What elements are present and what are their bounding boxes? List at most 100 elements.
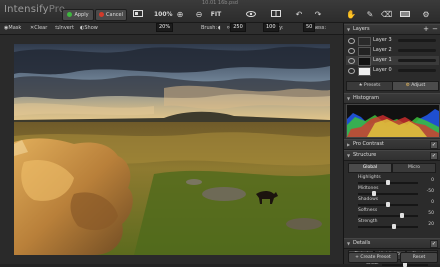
layer-opacity-slider[interactable] <box>398 49 436 52</box>
details-header[interactable]: ▼ Details ✓ <box>344 238 440 249</box>
add-layer-icon[interactable]: + <box>423 25 429 34</box>
structure-row-slider[interactable] <box>358 224 418 229</box>
remove-layer-icon[interactable]: − <box>432 25 438 34</box>
invert-label: Invert <box>59 25 74 31</box>
expand-arrow-icon: ▶ <box>347 142 351 147</box>
redo-icon[interactable]: ↷ <box>313 9 323 20</box>
cancel-button[interactable]: Cancel <box>95 9 127 21</box>
hand-tool-icon[interactable]: ✋ <box>346 9 356 20</box>
layer-thumbnail <box>358 67 371 76</box>
create-preset-button[interactable]: + Create Preset <box>348 252 398 263</box>
app-logo: IntensifyPro <box>4 4 65 15</box>
top-toolbar: 10.01 16b.psd IntensifyPro Apply Cancel … <box>0 0 440 23</box>
structure-row-label: Strength <box>358 219 378 224</box>
settings-gear-icon[interactable]: ⚙ <box>421 9 431 20</box>
details-small-slider[interactable] <box>382 262 428 267</box>
pro-contrast-header[interactable]: ▶ Pro Contrast ✓ <box>344 139 440 150</box>
mask-toggle[interactable]: ◉ Mask <box>4 23 21 34</box>
tab-adjust[interactable]: ⚙ Adjust <box>392 81 439 91</box>
logo-main: Intensify <box>4 4 49 15</box>
structure-row-value[interactable]: 0 <box>424 178 434 183</box>
layer-name: Layer 0 <box>373 67 392 73</box>
cancel-label: Cancel <box>106 12 123 18</box>
visibility-eye-icon[interactable] <box>348 48 355 54</box>
collapse-arrow-icon: ▼ <box>347 241 351 246</box>
document-title: 10.01 16b.psd <box>202 0 238 6</box>
mask-options-bar: ◉ Mask ✕ Clear ⇆ Invert ◐ Show Zoom: 20%… <box>0 23 343 35</box>
structure-row-slider[interactable] <box>358 213 418 218</box>
brush-tool-icon[interactable]: ✎ <box>365 9 375 20</box>
eraser-tool-icon[interactable]: ⌫ <box>381 9 392 20</box>
layer-opacity-slider[interactable] <box>398 59 436 62</box>
structure-row-value[interactable]: 0 <box>424 200 434 205</box>
tab-presets[interactable]: ★ Presets <box>346 81 393 91</box>
slider-knob[interactable] <box>400 213 404 218</box>
tab-structure-micro[interactable]: Micro <box>392 163 436 173</box>
visibility-eye-icon[interactable] <box>348 38 355 44</box>
show-mask-button[interactable]: ◐ Show <box>80 23 98 34</box>
layer-row-0[interactable]: Layer 0 <box>346 66 439 76</box>
zoom-value-field[interactable]: 20% <box>156 23 174 32</box>
structure-row-slider[interactable] <box>358 180 418 185</box>
slider-knob[interactable] <box>372 191 376 196</box>
softness-field[interactable]: 50 <box>303 23 316 32</box>
histogram-title: Histogram <box>353 95 379 101</box>
gradient-tool-icon[interactable] <box>399 9 411 20</box>
cancel-dot-icon <box>99 12 105 17</box>
brush-size: ⚪ Size: 250 <box>226 23 246 34</box>
structure-row-slider[interactable] <box>358 191 418 196</box>
visibility-eye-icon[interactable] <box>348 58 355 64</box>
reset-button[interactable]: Reset <box>400 252 438 263</box>
layer-row-1[interactable]: Layer 1 <box>346 56 439 66</box>
histogram-header[interactable]: ▼ Histogram <box>344 93 440 104</box>
clear-mask-button[interactable]: ✕ Clear <box>30 23 47 34</box>
add-icon: + <box>355 255 359 260</box>
split-view-icon[interactable] <box>270 9 282 20</box>
fit-button[interactable]: FIT <box>209 9 223 20</box>
structure-header[interactable]: ▼ Structure ✓ <box>344 150 440 161</box>
layer-opacity-slider[interactable] <box>398 39 436 42</box>
brush-label: Brush: <box>201 25 218 31</box>
structure-title: Structure <box>353 152 377 158</box>
undo-icon[interactable]: ↶ <box>294 9 304 20</box>
opacity-field[interactable]: 100 <box>263 23 279 32</box>
pro-contrast-checkbox[interactable]: ✓ <box>430 141 438 149</box>
adjust-label: Adjust <box>411 83 426 88</box>
layers-header[interactable]: ▼ Layers + − <box>344 24 440 35</box>
slider-knob[interactable] <box>386 180 390 185</box>
apply-dot-icon <box>67 12 73 17</box>
landscape-photo <box>14 44 330 255</box>
structure-row-slider[interactable] <box>358 202 418 207</box>
zoom-100-button[interactable]: 100% <box>154 9 173 20</box>
structure-row-label: Softness <box>358 208 378 213</box>
details-checkbox[interactable]: ✓ <box>430 240 438 248</box>
layer-opacity-slider[interactable] <box>398 69 436 72</box>
layers-title: Layers <box>353 26 370 32</box>
preview-eye-icon[interactable] <box>245 9 257 20</box>
layer-row-2[interactable]: Layer 2 <box>346 46 439 56</box>
structure-row-label: Highlights <box>358 175 381 180</box>
layer-row-3[interactable]: Layer 3 <box>346 36 439 46</box>
zoom-in-icon[interactable]: ⊕ <box>175 9 185 20</box>
slider-knob[interactable] <box>392 224 396 229</box>
brush-mode-icon[interactable]: ◖ <box>218 23 221 34</box>
apply-button[interactable]: Apply <box>62 9 94 21</box>
show-label: Show <box>84 25 98 31</box>
size-field[interactable]: 250 <box>230 23 246 32</box>
collapse-arrow-icon: ▼ <box>347 27 351 32</box>
invert-mask-button[interactable]: ⇆ Invert <box>55 23 74 34</box>
structure-row-value[interactable]: 20 <box>424 222 434 227</box>
slider-knob[interactable] <box>386 202 390 207</box>
structure-checkbox[interactable]: ✓ <box>430 152 438 160</box>
structure-row-value[interactable]: 50 <box>424 211 434 216</box>
zoom-out-icon[interactable]: ⊖ <box>194 9 204 20</box>
visibility-eye-icon[interactable] <box>348 68 355 74</box>
structure-row-value[interactable]: -50 <box>424 189 434 194</box>
compare-view-icon[interactable] <box>132 9 144 20</box>
reset-label: Reset <box>412 255 426 260</box>
tab-structure-global[interactable]: Global <box>348 163 392 173</box>
collapse-arrow-icon: ▼ <box>347 153 351 158</box>
apply-label: Apply <box>74 12 89 18</box>
structure-row-label: Shadows <box>358 197 379 202</box>
right-panel: ▼ Layers + − Layer 3 Layer 2 Layer 1 Lay… <box>343 23 440 267</box>
